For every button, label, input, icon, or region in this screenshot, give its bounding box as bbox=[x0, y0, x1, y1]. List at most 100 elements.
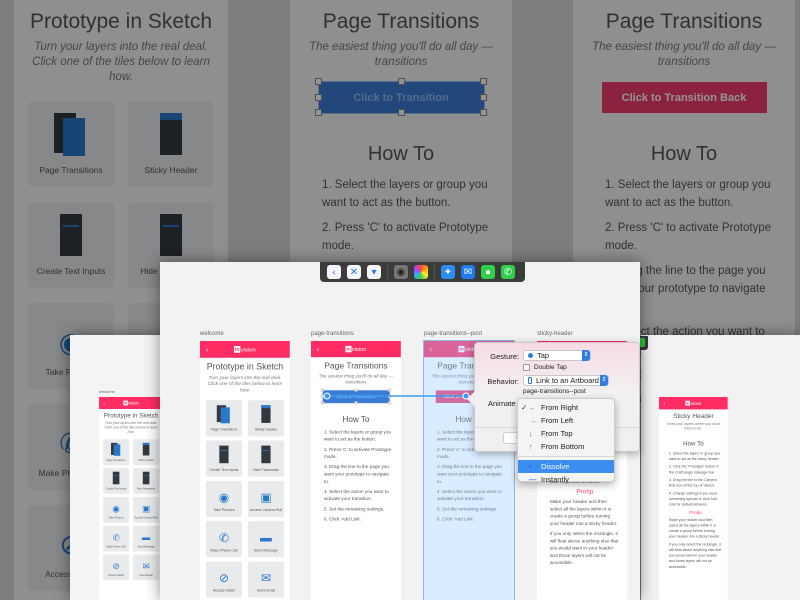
how-to-steps: 1. Select the layers or group you want t… bbox=[669, 451, 722, 570]
safari-icon: ⊘ bbox=[112, 561, 120, 571]
back-icon[interactable]: ‹ bbox=[103, 400, 105, 406]
animate-in-menu: ✓ ← From Right → From Left ↓ From Top ↑ From Bot… bbox=[517, 398, 615, 484]
popover-arrow bbox=[467, 391, 475, 407]
tile-access-safari[interactable]: ⊘ Access Safari bbox=[103, 554, 129, 581]
phone-icon[interactable]: ✆ bbox=[501, 265, 515, 279]
artboard-sticky-header-small[interactable]: ‹ in vision Sticky Header Keep your layers w… bbox=[659, 397, 728, 600]
camera-icon[interactable]: ◉ bbox=[394, 265, 408, 279]
tile-grid: Page Transitions Sticky Header Create Text… bbox=[99, 439, 163, 581]
invision-logo: invision bbox=[123, 400, 139, 406]
phone-icon: ✆ bbox=[112, 532, 120, 543]
tile-label: Access Camera Roll bbox=[134, 516, 158, 520]
behavior-label: Behavior: bbox=[487, 377, 519, 386]
mail-icon[interactable]: ✉ bbox=[461, 265, 475, 279]
artboard-title: Sticky Header bbox=[673, 412, 714, 420]
pages-icon bbox=[111, 442, 121, 456]
tile-create-text-inputs[interactable]: Create Text Inputs bbox=[103, 468, 129, 494]
artboard-header: ‹ invision bbox=[99, 397, 164, 409]
artboard-content: ‹ invision Sticky Header Keep your layers w… bbox=[659, 397, 728, 600]
toolbar-divider bbox=[387, 265, 388, 279]
tile-label: Take Pictures bbox=[108, 516, 124, 520]
tile-label: Hide Passwords bbox=[136, 487, 156, 491]
tile-hide-passwords[interactable]: Hide Passwords bbox=[133, 468, 159, 494]
menu-item-label: From Bottom bbox=[541, 442, 585, 451]
target-artboard: page-transitions--post bbox=[523, 388, 586, 395]
artboard-label: welcome bbox=[99, 389, 115, 394]
logo-rest: vision bbox=[690, 400, 702, 406]
checkmark-icon: ✓ bbox=[521, 403, 528, 412]
menu-item-from-right[interactable]: ✓ ← From Right bbox=[518, 401, 614, 414]
right-sketch-window: ‹ in vision Sticky Header Keep your layers w… bbox=[641, 335, 800, 600]
tile-label: Access Safari bbox=[108, 573, 124, 577]
step-text: 1. Select the layers or group you want t… bbox=[668, 451, 721, 461]
tile-take-pictures[interactable]: ◉ Take Pictures bbox=[103, 496, 129, 523]
menu-separator bbox=[518, 456, 614, 457]
tile-label: Page Transitions bbox=[106, 458, 126, 462]
tile-sticky-header[interactable]: Sticky Header bbox=[133, 439, 159, 466]
photos-icon[interactable] bbox=[414, 265, 428, 279]
stepper-icon: ⇕ bbox=[582, 350, 590, 361]
arrow-up-icon: ↑ bbox=[529, 442, 533, 451]
text-input-icon bbox=[111, 471, 121, 485]
menu-item-from-left[interactable]: → From Left bbox=[518, 414, 614, 427]
link-start-handle bbox=[323, 392, 331, 400]
menu-item-label: From Right bbox=[541, 403, 579, 412]
gesture-select[interactable]: Tap ⇕ bbox=[523, 350, 591, 361]
back-icon[interactable]: ‹ bbox=[327, 265, 341, 279]
artboard-subtitle: Turn your layers into the real deal. Cli… bbox=[104, 421, 158, 434]
safari-icon[interactable]: ✦ bbox=[441, 265, 455, 279]
behavior-select[interactable]: Link to an Artboard ⇕ bbox=[523, 375, 609, 386]
tile-access-camera-roll[interactable]: ▣ Access Camera Roll bbox=[133, 496, 159, 523]
mail-icon: ✉ bbox=[142, 561, 150, 571]
artboard-icon bbox=[528, 377, 532, 384]
sticky-header-icon bbox=[141, 442, 151, 456]
close-icon[interactable]: ✕ bbox=[347, 265, 361, 279]
tile-make-phone-call[interactable]: ✆Make Phone Call bbox=[103, 525, 129, 552]
tile-send-message[interactable]: ▬ Send Message bbox=[133, 525, 159, 552]
double-tap-label: Double Tap bbox=[534, 364, 567, 371]
menu-item-dissolve[interactable]: ▪ Dissolve bbox=[518, 460, 614, 473]
double-tap-checkbox[interactable]: Double Tap bbox=[523, 364, 567, 371]
gesture-value: Tap bbox=[537, 351, 550, 360]
artboard-content: ‹ in vision Prototype in Sketch Turn your la… bbox=[99, 397, 164, 600]
logo-rest: vision bbox=[128, 400, 139, 406]
back-icon[interactable]: ‹ bbox=[663, 400, 665, 407]
password-icon bbox=[141, 471, 151, 485]
menu-item-label: Dissolve bbox=[541, 462, 570, 471]
artboard-welcome-small[interactable]: ‹ in vision Prototype in Sketch Turn your la… bbox=[99, 397, 164, 600]
tap-icon bbox=[528, 353, 533, 358]
menu-item-label: From Top bbox=[541, 429, 573, 438]
camera-icon: ◉ bbox=[112, 503, 120, 514]
step-text: 2. Click the 'Prototype' button in the C… bbox=[668, 464, 719, 475]
prototype-toolbar: ‹ ✕ ▾ ◉ ✦ ✉ ● ✆ bbox=[320, 262, 525, 282]
tile-page-transitions[interactable]: Page Transitions bbox=[103, 439, 129, 466]
menu-item-label: From Left bbox=[541, 416, 574, 425]
artboard-header: ‹ invision bbox=[659, 397, 728, 410]
menu-item-label: Instantly bbox=[541, 475, 569, 484]
tile-send-email[interactable]: ✉ Send Email bbox=[133, 554, 159, 581]
invision-logo: invision bbox=[685, 400, 702, 406]
menu-item-from-top[interactable]: ↓ From Top bbox=[518, 427, 614, 440]
protip-text: Make your header and then select all the… bbox=[668, 518, 721, 539]
tile-label: Send Email bbox=[139, 573, 153, 577]
tile-label: Sticky Header bbox=[138, 458, 155, 462]
how-to-heading: How To bbox=[683, 440, 704, 448]
stepper-icon: ⇕ bbox=[600, 375, 608, 386]
artboard-title: Prototype in Sketch bbox=[103, 412, 159, 419]
menu-item-instantly[interactable]: — Instantly bbox=[518, 473, 614, 486]
protip-text: If you only select the rectangle, it wil… bbox=[668, 542, 722, 569]
behavior-value: Link to an Artboard bbox=[536, 376, 599, 385]
messages-icon[interactable]: ● bbox=[481, 265, 495, 279]
step-text: 3. Drag the line to the Camera Roll icon… bbox=[668, 478, 717, 488]
instant-icon: — bbox=[529, 475, 537, 484]
gesture-label: Gesture: bbox=[490, 352, 519, 361]
arrow-left-icon: ← bbox=[529, 403, 537, 412]
menu-item-from-bottom[interactable]: ↑ From Bottom bbox=[518, 440, 614, 453]
arrow-down-icon: ↓ bbox=[529, 429, 533, 438]
toolbar-divider bbox=[434, 265, 435, 279]
protip-heading: Protip bbox=[689, 509, 703, 516]
tile-label: Create Text Inputs bbox=[105, 487, 127, 491]
arrow-right-icon: → bbox=[529, 416, 537, 425]
dissolve-icon: ▪ bbox=[529, 462, 532, 471]
artboard-dropdown-icon[interactable]: ▾ bbox=[367, 265, 381, 279]
